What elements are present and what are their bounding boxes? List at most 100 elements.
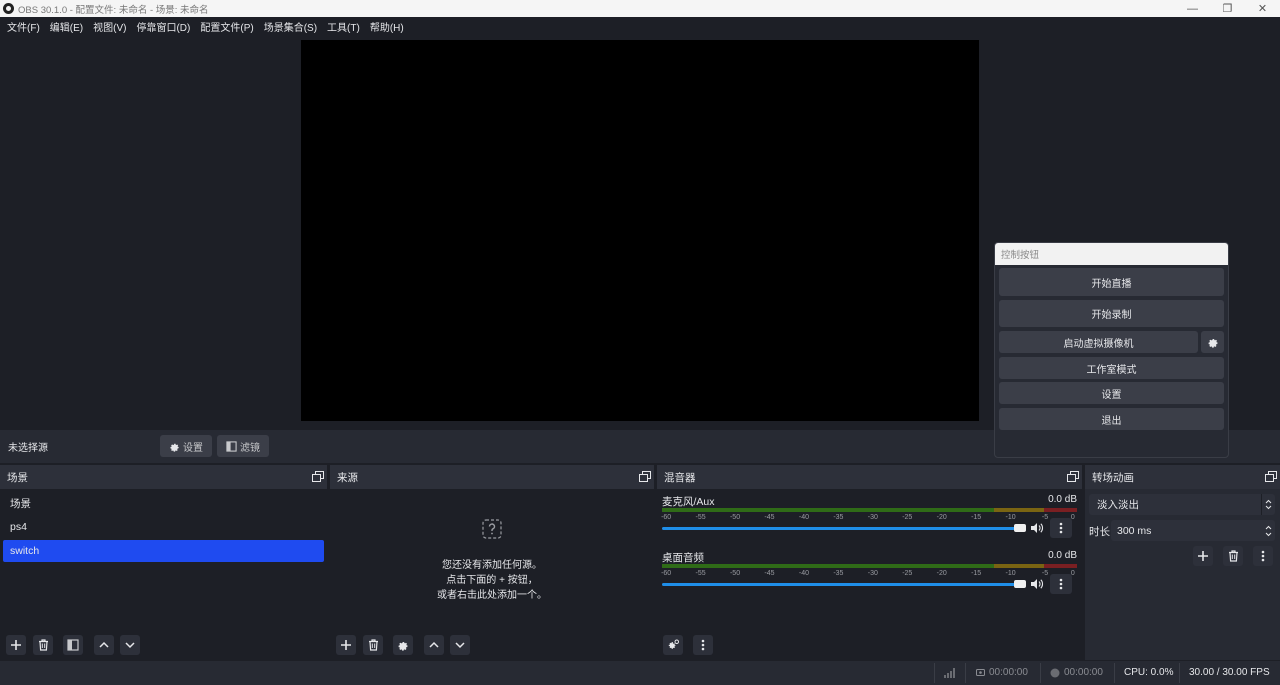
move-source-up-button[interactable]	[424, 635, 444, 655]
volume-slider-handle[interactable]	[1014, 580, 1026, 588]
scene-item-selected[interactable]: switch	[3, 540, 324, 562]
trash-icon	[368, 639, 378, 651]
undock-icon[interactable]	[639, 471, 651, 482]
tick-label: -55	[695, 570, 706, 577]
volume-slider-handle[interactable]	[1014, 524, 1026, 532]
plus-icon	[11, 640, 21, 650]
menu-docks[interactable]: 停靠窗口(D)	[131, 19, 195, 34]
add-scene-button[interactable]	[6, 635, 26, 655]
sources-footer	[330, 630, 654, 660]
transition-select[interactable]: 淡入淡出	[1089, 494, 1275, 515]
stream-icon	[976, 668, 985, 676]
tick-label: -20	[936, 570, 947, 577]
channel-db: 0.0 dB	[1048, 494, 1077, 505]
tick-label: -15	[971, 514, 982, 521]
undock-icon[interactable]	[1067, 471, 1079, 482]
remove-transition-button[interactable]	[1223, 546, 1243, 566]
transition-selected: 淡入淡出	[1097, 499, 1139, 511]
start-streaming-button[interactable]: 开始直播	[999, 268, 1224, 296]
tick-label: -35	[833, 570, 844, 577]
divider	[934, 663, 935, 683]
mixer-menu-button[interactable]	[693, 635, 713, 655]
exit-button[interactable]: 退出	[999, 408, 1224, 430]
plus-icon	[1198, 551, 1208, 561]
close-button[interactable]: ✕	[1245, 0, 1280, 17]
tick-label: -35	[833, 514, 844, 521]
obs-logo-icon	[3, 3, 14, 14]
channel-menu-button[interactable]	[1050, 518, 1072, 538]
menu-view[interactable]: 视图(V)	[88, 19, 131, 34]
source-settings-button[interactable]: 设置	[160, 435, 212, 457]
stream-status: 00:00:00	[976, 667, 1028, 678]
minimize-button[interactable]: —	[1175, 0, 1210, 17]
channel-menu-button[interactable]	[1050, 574, 1072, 594]
tick-label: -60	[661, 570, 672, 577]
network-bars-icon	[944, 668, 955, 678]
remove-source-button[interactable]	[363, 635, 383, 655]
start-virtual-camera-button[interactable]: 启动虚拟摄像机	[999, 331, 1198, 353]
source-filters-button[interactable]: 滤镜	[217, 435, 269, 457]
chevron-up-icon	[99, 641, 109, 648]
title-bar: OBS 30.1.0 - 配置文件: 未命名 - 场景: 未命名 — ❐ ✕	[0, 0, 1280, 17]
volume-slider[interactable]	[662, 580, 1026, 588]
divider	[1179, 663, 1180, 683]
menu-tools[interactable]: 工具(T)	[322, 19, 365, 34]
settings-button[interactable]: 设置	[999, 382, 1224, 404]
volume-meter	[662, 564, 1077, 568]
tick-label: -30	[867, 570, 878, 577]
virtual-camera-settings-button[interactable]	[1201, 331, 1224, 353]
empty-line-2: 点击下面的 + 按钮，	[446, 575, 538, 586]
empty-sources-message: 您还没有添加任何源。 点击下面的 + 按钮， 或者右击此处添加一个。	[330, 519, 654, 603]
transition-menu-button[interactable]	[1253, 546, 1273, 566]
record-time: 00:00:00	[1064, 667, 1103, 678]
menu-bar: 文件(F) 编辑(E) 视图(V) 停靠窗口(D) 配置文件(P) 场景集合(S…	[0, 17, 1280, 35]
gears-icon	[668, 639, 679, 649]
start-recording-button[interactable]: 开始录制	[999, 300, 1224, 327]
undock-icon[interactable]	[1265, 471, 1277, 482]
scenes-footer	[0, 630, 327, 660]
spin-arrows-icon[interactable]	[1261, 520, 1275, 541]
transitions-header: 转场动画	[1085, 465, 1280, 489]
menu-scene-collection[interactable]: 场景集合(S)	[259, 19, 322, 34]
scene-filters-button[interactable]	[63, 635, 83, 655]
move-scene-up-button[interactable]	[94, 635, 114, 655]
scenes-dock: 场景 场景 ps4 switch	[0, 465, 327, 660]
tick-label: -5	[1041, 570, 1049, 577]
add-source-button[interactable]	[336, 635, 356, 655]
speaker-icon[interactable]	[1030, 577, 1044, 591]
remove-scene-button[interactable]	[33, 635, 53, 655]
plus-icon	[341, 640, 351, 650]
maximize-button[interactable]: ❐	[1210, 0, 1245, 17]
preview-canvas[interactable]	[301, 40, 979, 421]
controls-title[interactable]: 控制按钮	[995, 243, 1228, 265]
duration-value: 300 ms	[1117, 524, 1152, 537]
move-scene-down-button[interactable]	[120, 635, 140, 655]
transitions-title: 转场动画	[1092, 471, 1134, 484]
duration-input[interactable]: 300 ms	[1111, 520, 1275, 541]
menu-profile[interactable]: 配置文件(P)	[195, 19, 258, 34]
menu-edit[interactable]: 编辑(E)	[45, 19, 88, 34]
tick-label: -40	[798, 514, 809, 521]
record-status: 00:00:00	[1050, 667, 1103, 678]
add-transition-button[interactable]	[1193, 546, 1213, 566]
move-source-down-button[interactable]	[450, 635, 470, 655]
tick-label: -50	[729, 514, 741, 521]
studio-mode-button[interactable]: 工作室模式	[999, 357, 1224, 379]
record-icon	[1050, 668, 1060, 677]
cpu-usage: CPU: 0.0%	[1124, 667, 1174, 678]
divider	[965, 663, 966, 683]
menu-help[interactable]: 帮助(H)	[365, 19, 409, 34]
menu-file[interactable]: 文件(F)	[2, 19, 45, 34]
undock-icon[interactable]	[312, 471, 324, 482]
divider	[1114, 663, 1115, 683]
mixer-title: 混音器	[664, 471, 696, 484]
transitions-dock: 转场动画 淡入淡出 时长 300 ms	[1085, 465, 1280, 660]
volume-slider[interactable]	[662, 524, 1026, 532]
speaker-icon[interactable]	[1030, 521, 1044, 535]
scene-item[interactable]: ps4	[3, 516, 324, 538]
source-properties-button[interactable]	[393, 635, 413, 655]
stream-time: 00:00:00	[989, 667, 1028, 678]
tick-label: -25	[902, 570, 913, 577]
scene-item[interactable]: 场景	[3, 492, 324, 514]
advanced-audio-button[interactable]	[663, 635, 683, 655]
